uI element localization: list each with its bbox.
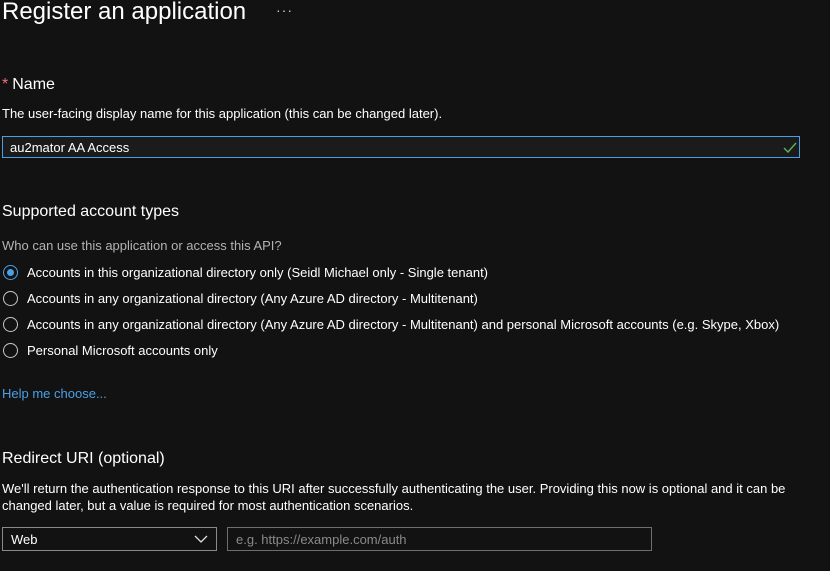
- platform-select-value: Web: [11, 531, 38, 547]
- account-types-heading: Supported account types: [2, 203, 180, 220]
- option-label: Accounts in any organizational directory…: [27, 291, 478, 306]
- required-marker: *: [2, 76, 9, 93]
- checkmark-icon: [783, 142, 797, 154]
- chevron-down-icon: [194, 535, 208, 543]
- option-label: Accounts in any organizational directory…: [27, 317, 780, 332]
- redirect-uri-description: We'll return the authentication response…: [2, 481, 786, 513]
- radio-unselected[interactable]: [3, 317, 18, 332]
- page-title: Register an application: [2, 0, 247, 25]
- account-type-option-single-tenant[interactable]: Accounts in this organizational director…: [3, 265, 488, 280]
- radio-unselected[interactable]: [3, 291, 18, 306]
- name-input[interactable]: [2, 136, 800, 158]
- option-label: Personal Microsoft accounts only: [27, 343, 218, 358]
- name-label: * Name: [2, 76, 55, 94]
- redirect-uri-heading: Redirect URI (optional): [2, 450, 165, 467]
- redirect-uri-input[interactable]: [227, 527, 652, 551]
- help-me-choose-link[interactable]: Help me choose...: [2, 386, 107, 401]
- option-label: Accounts in this organizational director…: [27, 265, 489, 280]
- account-type-option-personal[interactable]: Personal Microsoft accounts only: [3, 343, 218, 358]
- more-options-button[interactable]: ···: [276, 2, 293, 18]
- account-type-option-multitenant-personal[interactable]: Accounts in any organizational directory…: [3, 317, 779, 332]
- name-description: The user-facing display name for this ap…: [2, 106, 443, 121]
- account-types-question: Who can use this application or access t…: [2, 238, 282, 253]
- account-type-option-multitenant[interactable]: Accounts in any organizational directory…: [3, 291, 478, 306]
- radio-unselected[interactable]: [3, 343, 18, 358]
- radio-selected[interactable]: [3, 265, 18, 280]
- name-label-text: Name: [12, 76, 55, 93]
- platform-select[interactable]: Web: [2, 527, 217, 551]
